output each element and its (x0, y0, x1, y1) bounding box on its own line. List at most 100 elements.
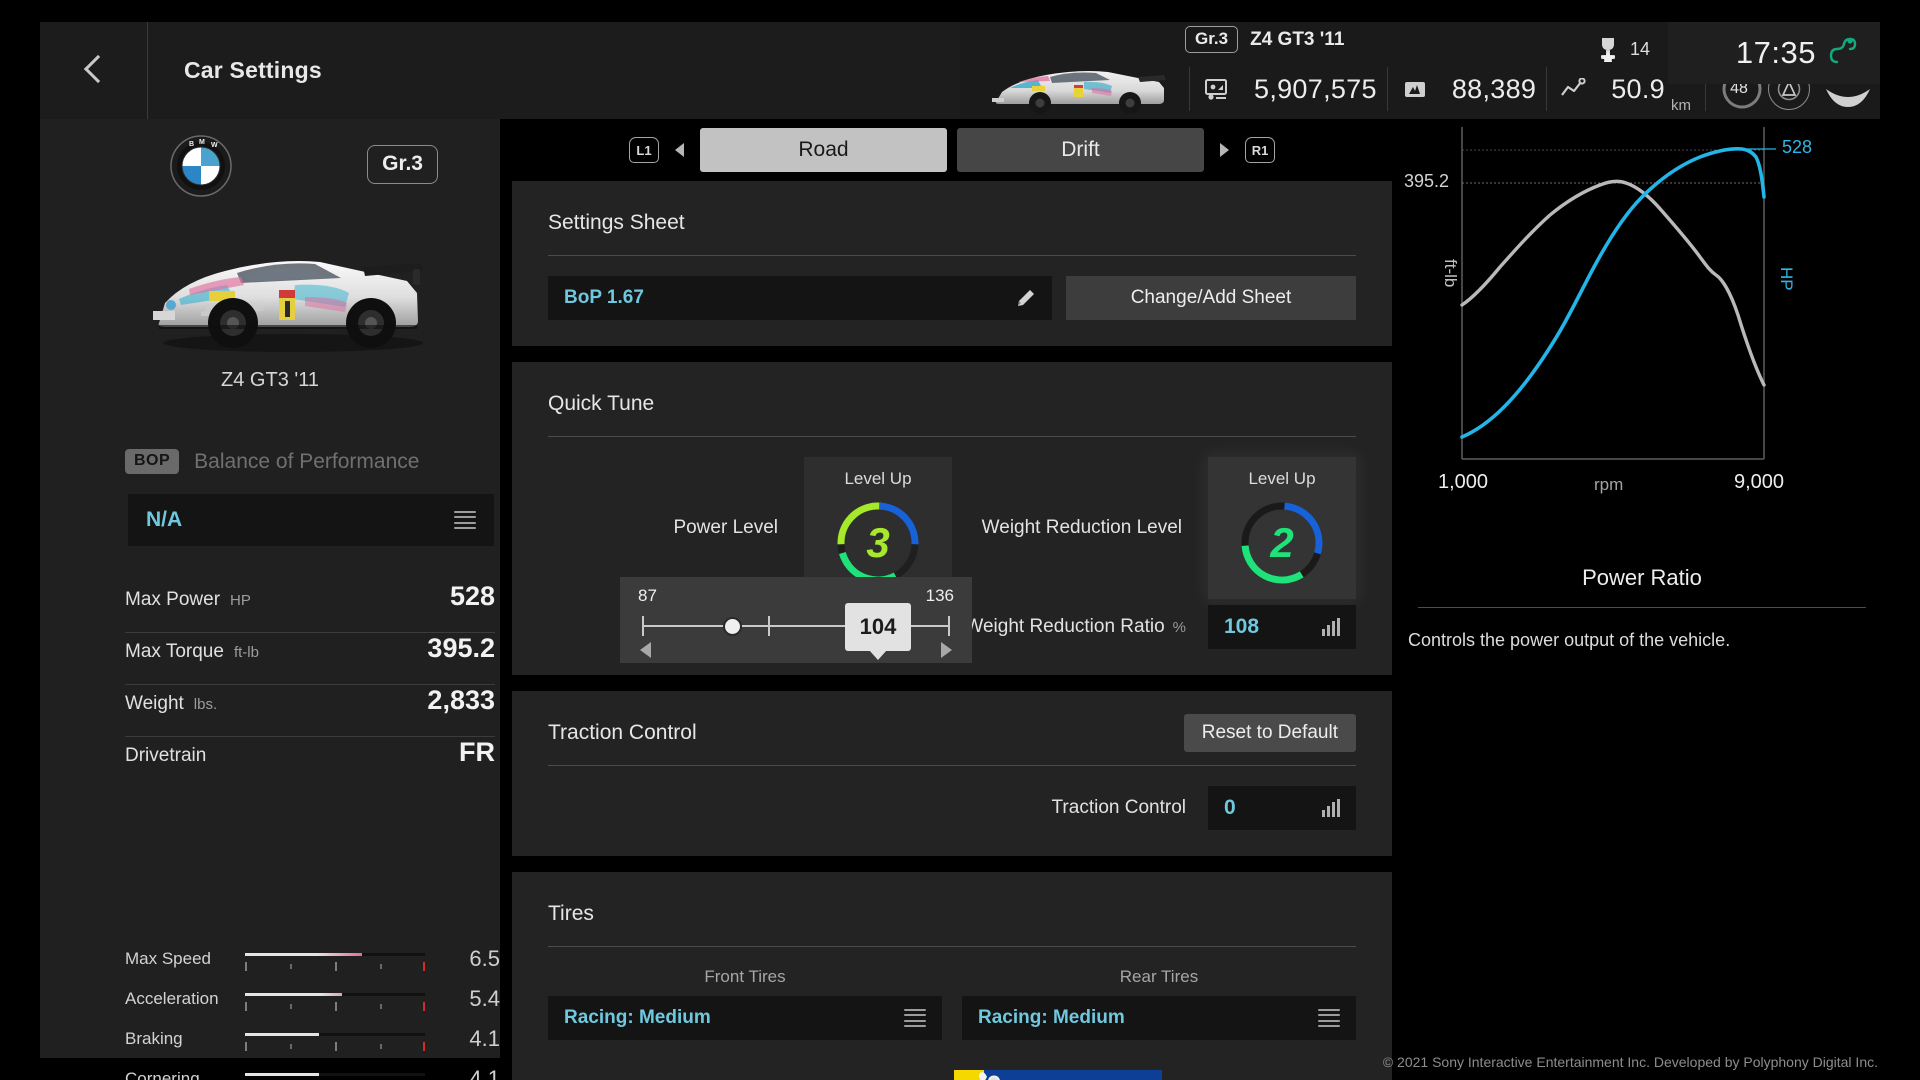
panel-header: Tires (548, 894, 1356, 934)
trophy-stat: 14 (1597, 36, 1650, 62)
value-slider-popup[interactable]: 87 136 (620, 577, 972, 663)
performance-bar (245, 1066, 425, 1080)
spec-list: Max Power HP 528 Max Torque ft-lb 395.2 … (125, 581, 495, 789)
list-menu-icon (454, 511, 476, 529)
weight-level-dial: 2 (1236, 497, 1328, 589)
trophy-icon (1600, 38, 1616, 62)
distance-unit: km (1670, 97, 1691, 114)
clock-area: 17:35 (1668, 22, 1880, 84)
trophy-count: 14 (1629, 38, 1650, 59)
performance-bar (245, 986, 425, 1012)
traction-control-panel: Traction Control Reset to Default Tracti… (512, 691, 1392, 856)
car-image (153, 261, 423, 352)
change-add-sheet-button[interactable]: Change/Add Sheet (1066, 276, 1356, 320)
spec-row: Weight lbs. 2,833 (125, 685, 495, 737)
triangle-left-icon[interactable] (675, 143, 684, 157)
settings-main-panel: L1 Road Drift R1 Settings Sheet BoP 1.67 (512, 119, 1392, 1080)
divider (1189, 67, 1190, 111)
performance-row: Max Speed 6.5 (125, 939, 500, 979)
panel-title: Traction Control (548, 721, 697, 744)
performance-label: Braking (125, 1029, 183, 1048)
weight-ratio-cell: Weight Reduction Ratio% 108 (952, 605, 1356, 649)
rear-tires-value: Racing: Medium (978, 1007, 1125, 1028)
divider (1418, 607, 1866, 608)
credits-value: 5,907,575 (1254, 73, 1377, 104)
front-tires-value: Racing: Medium (564, 1007, 711, 1028)
performance-bars: Max Speed 6.5 Acceleration 5.4 Braking 4… (125, 939, 500, 1080)
weight-ratio-field[interactable]: 108 (1208, 605, 1356, 649)
svg-text:M: M (199, 139, 205, 146)
chart-svg (1460, 127, 1776, 460)
tab-drift[interactable]: Drift (957, 128, 1204, 172)
rpm-max-tick: 9,000 (1734, 471, 1785, 493)
weight-ratio-unit: % (1172, 619, 1186, 636)
front-tire-column: Front Tires Racing: Medium (548, 967, 942, 1040)
spec-name: Weight (125, 693, 184, 714)
performance-value: 5.4 (469, 986, 500, 1011)
traction-value-field[interactable]: 0 (1208, 786, 1356, 830)
panel-header: Settings Sheet (548, 203, 1356, 243)
traction-row-label: Traction Control (1051, 797, 1186, 818)
spec-unit: HP (230, 592, 251, 609)
tire-sponsor-row: Tire Technology by MICHELIN (548, 1070, 1356, 1080)
front-tires-selector[interactable]: Racing: Medium (548, 996, 942, 1040)
spec-value: FR (459, 737, 495, 767)
spec-row: Drivetrain FR (125, 737, 495, 789)
header-car-thumbnail (992, 71, 1166, 114)
svg-text:W: W (211, 142, 218, 149)
slider-knob[interactable] (723, 617, 743, 636)
performance-label: Max Speed (125, 949, 211, 968)
performance-row: Acceleration 5.4 (125, 979, 500, 1019)
r1-key-hint: R1 (1245, 137, 1275, 163)
settings-sheet-panel: Settings Sheet BoP 1.67 Change/Add Sheet (512, 181, 1392, 346)
credits-icon (1194, 72, 1240, 106)
weight-level-cell: Weight Reduction Level Level Up 2 (952, 457, 1356, 599)
tab-road[interactable]: Road (700, 128, 947, 172)
performance-value: 4.1 (469, 1026, 500, 1051)
panel-title: Settings Sheet (548, 211, 685, 234)
triangle-left-icon[interactable] (640, 642, 651, 658)
rpm-axis-label: rpm (1594, 475, 1624, 494)
divider (548, 436, 1356, 437)
divider (548, 946, 1356, 947)
performance-value: 4.1 (469, 1066, 500, 1080)
panel-title: Quick Tune (548, 392, 655, 415)
divider (1386, 67, 1388, 111)
list-menu-icon (904, 1009, 926, 1027)
page-title: Car Settings (184, 57, 322, 83)
traction-reset-button[interactable]: Reset to Default (1183, 714, 1356, 752)
divider (548, 255, 1356, 256)
torque-peak-label: 395.2 (1404, 171, 1450, 191)
spec-name: Max Torque (125, 641, 224, 662)
panel-header: Traction Control Reset to Default (548, 713, 1356, 753)
bop-label: Balance of Performance (194, 449, 420, 473)
performance-value: 6.5 (469, 946, 500, 971)
sheet-name-field[interactable]: BoP 1.67 (548, 276, 1052, 320)
weight-level-up-label: Level Up (1248, 469, 1316, 488)
bop-header: BOP Balance of Performance (125, 449, 419, 474)
performance-bar (245, 1026, 425, 1052)
power-peak-label: 528 (1782, 137, 1813, 157)
header-class-badge: Gr.3 (1185, 26, 1239, 53)
rear-tires-selector[interactable]: Racing: Medium (962, 996, 1356, 1040)
divider (1546, 67, 1548, 111)
spec-row: Max Power HP 528 (125, 581, 495, 633)
svg-text:B: B (189, 141, 194, 148)
copyright-text: © 2021 Sony Interactive Entertainment In… (1382, 1054, 1878, 1070)
triangle-right-icon[interactable] (941, 642, 952, 658)
weight-level-value: 2 (1270, 519, 1294, 566)
car-info-sidebar: B M W Gr.3 Z4 GT3 '11 BOP Balance of Per… (40, 119, 500, 1080)
power-level-value: 3 (866, 519, 890, 566)
slider-max-value: 136 (925, 586, 954, 605)
back-button[interactable] (40, 22, 148, 119)
distance-graph-icon (1551, 72, 1597, 106)
bar-adjust-icon (1322, 618, 1340, 636)
performance-label: Cornering (125, 1069, 200, 1080)
triangle-right-icon[interactable] (1220, 143, 1229, 157)
car-settings-screen: Car Settings Gr.3 Z4 GT3 '11 5,907,575 8… (0, 0, 1920, 1080)
traction-control-row: Traction Control 0 (548, 786, 1356, 830)
weight-level-dial-box[interactable]: Level Up 2 (1208, 457, 1356, 599)
clock-time: 17:35 (1735, 35, 1816, 70)
bop-selector[interactable]: N/A (128, 494, 494, 546)
header-bar: Car Settings Gr.3 Z4 GT3 '11 5,907,575 8… (40, 22, 1880, 119)
